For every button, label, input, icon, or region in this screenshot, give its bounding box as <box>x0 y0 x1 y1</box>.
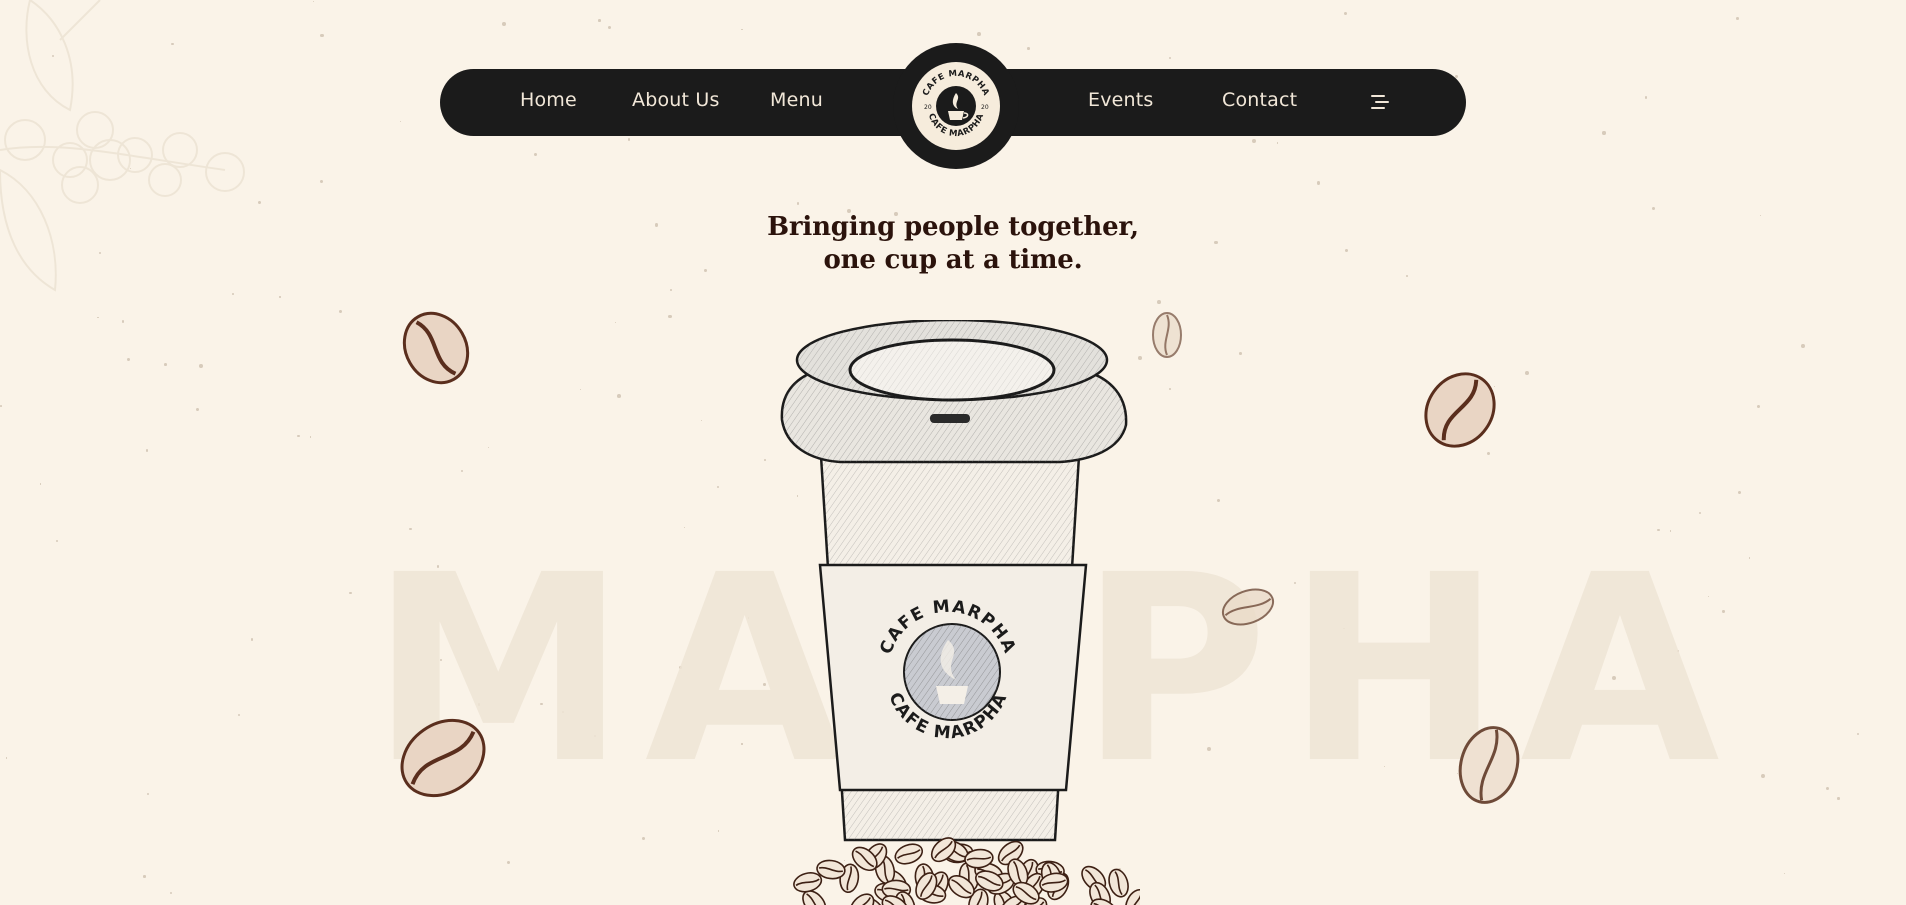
background-speck <box>796 202 800 205</box>
background-speck <box>399 120 402 122</box>
background-speck <box>1239 352 1243 355</box>
background-speck <box>1801 344 1805 348</box>
background-speck <box>169 891 173 894</box>
background-speck <box>237 713 241 717</box>
background-speck <box>1524 370 1529 375</box>
hamburger-menu-icon[interactable] <box>1369 92 1391 112</box>
background-speck <box>1157 300 1162 305</box>
background-speck <box>607 26 612 30</box>
background-speck <box>349 591 352 594</box>
background-speck <box>1216 499 1220 503</box>
logo-num-right: 20 <box>981 104 989 111</box>
background-speck <box>977 31 982 36</box>
pile-bean <box>894 843 924 865</box>
background-speck <box>598 19 601 22</box>
nav-menu[interactable]: Menu <box>770 89 823 111</box>
background-speck <box>1169 56 1172 59</box>
background-speck <box>1486 452 1490 456</box>
background-speck <box>670 288 672 291</box>
background-speck <box>579 389 582 391</box>
background-speck <box>1748 557 1750 559</box>
background-speck <box>1276 142 1279 144</box>
coffee-bean-icon <box>1221 588 1275 626</box>
background-speck <box>5 757 8 759</box>
background-speck <box>56 540 58 543</box>
background-speck <box>641 837 645 841</box>
coffee-bean-icon <box>402 311 470 385</box>
nav-about-us[interactable]: About Us <box>632 89 720 111</box>
background-speck <box>1026 47 1030 51</box>
background-speck <box>1652 206 1656 210</box>
nav-events[interactable]: Events <box>1088 89 1154 111</box>
background-speck <box>716 485 719 489</box>
headline-line-2: one cup at a time. <box>823 245 1083 275</box>
background-speck <box>1784 872 1786 875</box>
background-speck <box>461 469 464 472</box>
coffee-bean-icon <box>1458 726 1520 804</box>
background-speck <box>741 28 743 31</box>
background-speck <box>320 180 324 184</box>
coffee-bean-icon <box>1424 372 1496 448</box>
background-speck <box>1168 388 1171 391</box>
coffee-cup-illustration: CAFE MARPHA CAFE MARPHA <box>780 320 1140 905</box>
background-speck <box>164 363 167 366</box>
headline-line-1: Bringing people together, <box>767 212 1139 242</box>
background-speck <box>121 320 125 323</box>
background-speck <box>1738 490 1742 494</box>
background-speck <box>309 436 312 438</box>
background-speck <box>1857 733 1860 736</box>
background-speck <box>487 446 490 449</box>
background-speck <box>96 316 99 319</box>
background-speck <box>1756 404 1760 409</box>
nav-home[interactable]: Home <box>520 89 577 111</box>
background-speck <box>1761 774 1765 779</box>
background-speck <box>250 638 254 641</box>
background-speck <box>320 33 324 38</box>
background-speck <box>617 394 622 399</box>
logo-badge: CAFE MARPHA CAFE MARPHA 20 20 <box>912 62 1000 150</box>
background-speck <box>196 408 200 412</box>
background-speck <box>533 153 537 157</box>
background-speck <box>146 792 149 796</box>
background-speck <box>199 364 203 369</box>
nav-contact[interactable]: Contact <box>1222 89 1297 111</box>
logo-num-left: 20 <box>924 104 932 111</box>
background-speck <box>312 0 315 3</box>
cafe-logo[interactable]: CAFE MARPHA CAFE MARPHA 20 20 <box>893 43 1019 169</box>
coffee-bean-icon <box>1152 312 1182 358</box>
background-speck <box>717 830 720 832</box>
background-speck <box>145 448 149 452</box>
background-speck <box>614 321 616 323</box>
background-speck <box>1837 797 1840 800</box>
background-speck <box>338 309 343 314</box>
background-speck <box>1698 511 1702 514</box>
background-speck <box>1316 181 1321 185</box>
background-speck <box>1735 17 1739 21</box>
background-speck <box>1602 131 1606 135</box>
background-speck <box>627 138 631 141</box>
background-speck <box>297 434 300 437</box>
background-speck <box>126 357 130 362</box>
coffee-bean-icon <box>400 718 486 798</box>
background-speck <box>0 405 2 408</box>
background-speck <box>39 483 42 485</box>
background-speck <box>1644 96 1648 99</box>
background-speck <box>506 860 510 864</box>
background-speck <box>1343 12 1347 16</box>
background-speck <box>701 420 703 422</box>
background-speck <box>1825 786 1829 790</box>
hero-headline: Bringing people together, one cup at a t… <box>0 211 1906 277</box>
background-speck <box>279 296 281 298</box>
background-speck <box>668 315 672 319</box>
background-speck <box>502 21 507 26</box>
background-speck <box>143 875 146 878</box>
background-speck <box>1251 138 1256 143</box>
